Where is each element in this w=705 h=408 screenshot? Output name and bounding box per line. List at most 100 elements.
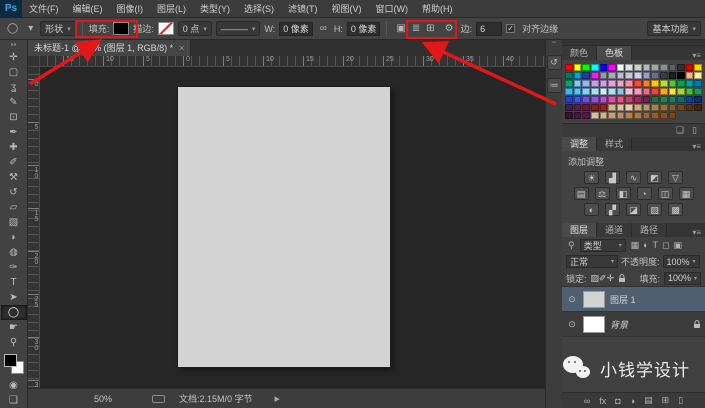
color-swatch[interactable] [694,104,702,111]
info-panel-button[interactable]: ≔ [546,78,562,93]
quick-selection-tool[interactable]: ✎ [1,95,27,110]
quick-mask-button[interactable]: ◉ [1,378,27,393]
hue-saturation-icon[interactable]: ▤ [573,187,589,200]
curves-icon[interactable]: ∿ [626,171,641,184]
panel-menu-icon[interactable]: ▾≡ [692,51,705,60]
color-swatch[interactable] [608,96,616,103]
color-swatch[interactable] [685,72,694,79]
color-swatch[interactable] [625,96,633,103]
color-swatch[interactable] [694,88,702,95]
menu-item-图层[interactable]: 图层(L) [150,4,193,14]
color-swatch[interactable] [590,64,599,71]
color-swatch[interactable] [659,88,668,95]
color-swatch[interactable] [642,104,651,111]
color-swatch[interactable] [659,96,668,103]
color-swatch[interactable] [616,72,625,79]
color-swatch[interactable] [634,80,642,87]
color-swatch[interactable] [677,88,685,95]
color-swatch[interactable] [590,104,599,111]
zoom-level-field[interactable]: 50% [94,394,112,404]
color-swatch[interactable] [573,64,582,71]
color-swatch[interactable] [573,88,582,95]
color-swatch[interactable] [668,104,677,111]
color-swatch[interactable] [608,64,616,71]
layer-thumbnail[interactable] [583,315,605,333]
color-swatch[interactable] [565,88,573,95]
color-swatch[interactable] [677,80,685,87]
lock-icon[interactable] [618,273,626,283]
path-selection-tool[interactable]: ➤ [1,290,27,305]
color-balance-icon[interactable]: ⚖ [594,187,610,200]
color-swatch[interactable] [659,72,668,79]
healing-brush-tool[interactable]: ✚ [1,140,27,155]
channel-mixer-icon[interactable]: ◫ [657,187,673,200]
color-swatch[interactable] [599,72,608,79]
color-swatch[interactable] [565,72,573,79]
color-swatch[interactable] [582,88,590,95]
levels-icon[interactable]: ▟ [605,171,620,184]
adjustments-tab-样式[interactable]: 样式 [597,137,633,151]
color-swatch[interactable] [634,96,642,103]
blend-mode-select[interactable]: 正常 ▾ [566,255,618,268]
color-swatch[interactable] [573,104,582,111]
color-swatch[interactable] [659,104,668,111]
color-swatch[interactable] [668,72,677,79]
filter-smart-objects-icon[interactable]: ▣ [672,240,685,250]
color-swatch[interactable] [608,72,616,79]
color-swatch[interactable] [634,104,642,111]
color-swatch[interactable] [694,72,702,79]
color-swatch[interactable] [582,112,590,119]
color-swatch[interactable] [659,112,668,119]
lock-transparent-icon[interactable]: ▨ [591,273,600,283]
color-swatch[interactable] [651,72,659,79]
color-swatch[interactable] [616,80,625,87]
crop-tool[interactable]: ⊡ [1,110,27,125]
swatches-tab-色板[interactable]: 色板 [597,46,633,60]
marquee-tool[interactable]: ▢ [1,65,27,80]
color-swatch[interactable] [677,104,685,111]
color-swatch[interactable] [582,72,590,79]
history-panel-button[interactable]: ↺ [546,55,562,70]
color-swatch[interactable] [668,80,677,87]
color-swatch[interactable] [582,104,590,111]
color-swatch[interactable] [625,112,633,119]
color-swatch[interactable] [642,96,651,103]
status-flyout-arrow-icon[interactable]: ▶ [275,395,280,403]
gradient-map-icon[interactable]: ▨ [647,203,662,216]
menu-item-视图[interactable]: 视图(V) [325,4,369,14]
color-swatch[interactable] [599,112,608,119]
new-swatch-button[interactable]: ❏ [676,125,684,136]
panel-menu-icon[interactable]: ▾≡ [692,142,705,151]
color-swatch[interactable] [651,96,659,103]
color-swatch[interactable] [634,64,642,71]
delete-swatch-button[interactable]: ▯ [692,125,697,136]
filter-pixel-layers-icon[interactable]: ▦ [629,240,642,250]
color-swatch[interactable] [590,80,599,87]
brightness-contrast-icon[interactable]: ☀ [584,171,599,184]
menu-item-滤镜[interactable]: 滤镜(T) [281,4,325,14]
edges-input[interactable]: 6 [476,21,503,36]
add-mask-button[interactable]: ◘ [615,396,620,406]
screen-mode-button[interactable]: ❏ [1,393,27,408]
menu-item-窗口[interactable]: 窗口(W) [369,4,416,14]
layer-row[interactable]: ⊙ 图层 1 [562,287,705,312]
color-swatch[interactable] [599,80,608,87]
color-swatch[interactable] [694,96,702,103]
color-swatch[interactable] [608,104,616,111]
path-operations-button[interactable]: ▣ [393,23,408,34]
brush-tool[interactable]: ✐ [1,155,27,170]
dodge-tool[interactable]: ◍ [1,245,27,260]
move-tool[interactable]: ✛ [1,50,27,65]
shape-tool[interactable]: ◯ [0,305,27,320]
foreground-color-swatch[interactable] [3,354,17,367]
menu-item-文件[interactable]: 文件(F) [22,4,66,14]
color-swatch[interactable] [651,112,659,119]
lock-move-icon[interactable]: ✛ [607,273,615,283]
color-swatch[interactable] [573,112,582,119]
color-swatch[interactable] [565,64,573,71]
color-swatch[interactable] [659,64,668,71]
color-swatch[interactable] [625,80,633,87]
color-swatch[interactable] [677,96,685,103]
color-swatch[interactable] [685,80,694,87]
panel-menu-icon[interactable]: ▾≡ [692,228,705,237]
